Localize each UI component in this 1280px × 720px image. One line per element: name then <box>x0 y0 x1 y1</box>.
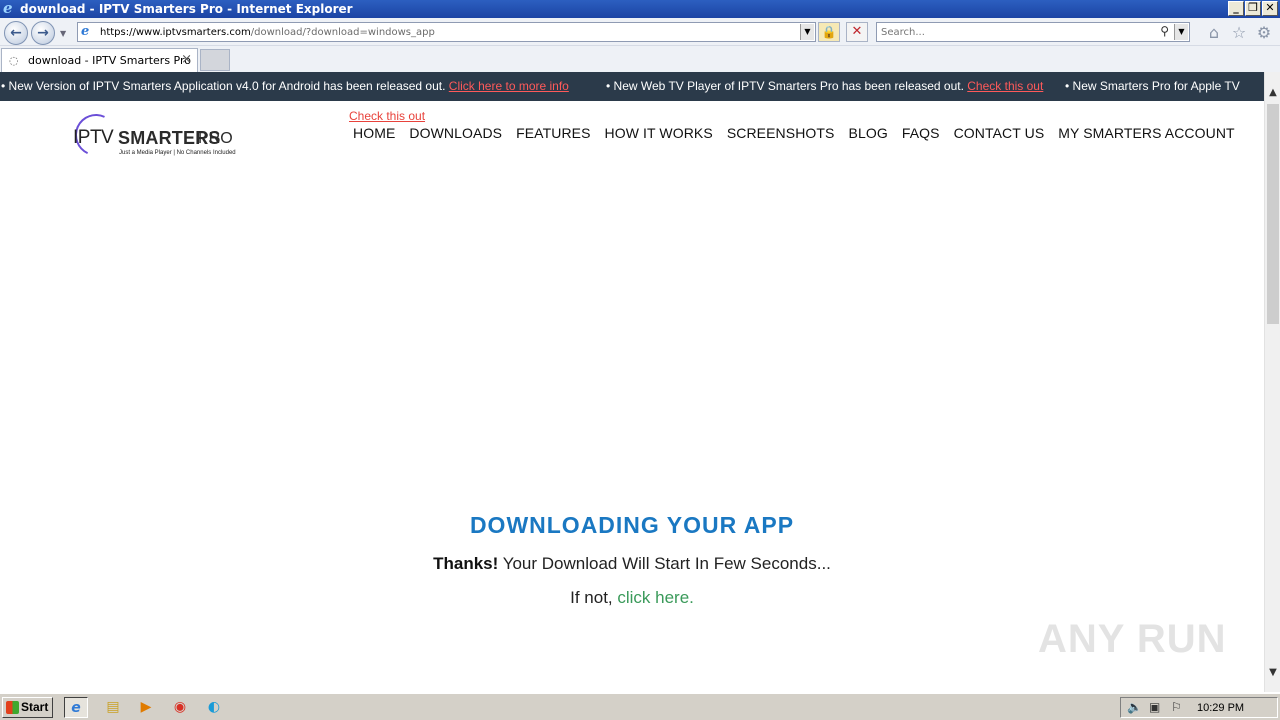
fallback-prefix: If not, <box>570 588 618 607</box>
tab-label: download - IPTV Smarters Pro <box>28 54 192 67</box>
scroll-down-icon[interactable]: ▼ <box>1265 664 1280 682</box>
start-button[interactable]: Start <box>2 697 53 718</box>
forward-button[interactable]: → <box>31 21 55 45</box>
window-title: download - IPTV Smarters Pro - Internet … <box>20 2 353 16</box>
ticker-text: • New Version of IPTV Smarters Applicati… <box>1 79 446 93</box>
window-titlebar: e download - IPTV Smarters Pro - Interne… <box>0 0 1280 18</box>
stop-button[interactable]: ✕ <box>846 22 868 42</box>
url-path: /download/?download=windows_app <box>250 27 435 38</box>
tab-active[interactable]: ◌ download - IPTV Smarters Pro × <box>1 48 198 72</box>
logo-pro: PRO <box>198 130 233 147</box>
page-viewport: • New Version of IPTV Smarters Applicati… <box>0 72 1264 692</box>
back-arrow-icon: ← <box>10 25 22 41</box>
nav-features[interactable]: FEATURES <box>516 124 590 142</box>
nav-how-it-works[interactable]: HOW IT WORKS <box>605 124 713 142</box>
taskbar: Start e ▤ ▶ ◉ ◐ 🔈 ▣ ⚐ 10:29 PM <box>0 693 1280 720</box>
start-label: Start <box>21 700 49 714</box>
close-window-button[interactable]: ✕ <box>1262 1 1278 16</box>
check-this-out-link[interactable]: Check this out <box>349 109 425 123</box>
history-dropdown-icon[interactable]: ▼ <box>60 29 66 38</box>
ticker-text: • New Web TV Player of IPTV Smarters Pro… <box>606 79 964 93</box>
nav-screenshots[interactable]: SCREENSHOTS <box>727 124 835 142</box>
chrome-taskbar-icon[interactable]: ◉ <box>168 697 192 718</box>
ticker-link[interactable]: Check this out <box>967 79 1043 93</box>
restore-button[interactable]: ❐ <box>1245 1 1261 16</box>
url-text[interactable]: https://www.iptvsmarters.com/download/?d… <box>100 26 435 39</box>
new-tab-button[interactable] <box>200 49 230 71</box>
url-host: https://www.iptvsmarters.com <box>100 27 251 38</box>
download-message: Thanks! Your Download Will Start In Few … <box>0 553 1264 575</box>
edge-taskbar-icon[interactable]: ◐ <box>202 697 226 718</box>
site-logo[interactable]: IPTV SMARTERS PRO Just a Media Player | … <box>69 108 259 162</box>
system-tray: 🔈 ▣ ⚐ 10:29 PM <box>1120 697 1278 718</box>
nav-faqs[interactable]: FAQS <box>902 124 940 142</box>
forward-arrow-icon: → <box>37 25 49 41</box>
security-lock-icon[interactable]: 🔒 <box>818 22 840 42</box>
search-icon[interactable]: ⚲ <box>1160 24 1169 38</box>
tab-close-icon[interactable]: × <box>181 52 192 67</box>
nav-blog[interactable]: BLOG <box>849 124 888 142</box>
favorites-star-icon[interactable]: ☆ <box>1230 24 1248 42</box>
address-dropdown-icon[interactable]: ▼ <box>800 24 814 40</box>
windows-flag-icon <box>6 701 19 714</box>
nav-contact-us[interactable]: CONTACT US <box>954 124 1045 142</box>
logo-iptv: IPTV <box>73 127 114 148</box>
main-nav: HOME DOWNLOADS FEATURES HOW IT WORKS SCR… <box>353 124 1235 142</box>
clock[interactable]: 10:29 PM <box>1197 702 1244 715</box>
media-player-taskbar-icon[interactable]: ▶ <box>134 697 158 718</box>
explorer-taskbar-icon[interactable]: ▤ <box>101 697 125 718</box>
minimize-button[interactable]: _ <box>1228 1 1244 16</box>
settings-gear-icon[interactable]: ⚙ <box>1255 24 1273 42</box>
back-button[interactable]: ← <box>4 21 28 45</box>
fallback-message: If not, click here. <box>0 587 1264 609</box>
search-input[interactable] <box>881 25 1151 39</box>
message-text: Your Download Will Start In Few Seconds.… <box>498 554 831 573</box>
nav-home[interactable]: HOME <box>353 124 395 142</box>
ticker-item: • New Web TV Player of IPTV Smarters Pro… <box>606 79 1043 93</box>
network-icon[interactable]: ▣ <box>1149 700 1160 714</box>
anyrun-watermark: ANY RUN <box>1038 617 1227 661</box>
ticker-link[interactable]: Click here to more info <box>449 79 569 93</box>
ticker-item: • New Smarters Pro for Apple TV <box>1065 79 1240 93</box>
ticker-item: • New Version of IPTV Smarters Applicati… <box>1 79 569 93</box>
home-icon[interactable]: ⌂ <box>1205 24 1223 42</box>
news-ticker: • New Version of IPTV Smarters Applicati… <box>0 72 1264 101</box>
scroll-up-icon[interactable]: ▲ <box>1265 84 1280 102</box>
page-title: DOWNLOADING YOUR APP <box>469 512 795 538</box>
thanks-text: Thanks! <box>433 554 499 573</box>
ticker-text: • New Smarters Pro for Apple TV <box>1065 79 1240 93</box>
loading-spinner-icon: ◌ <box>9 54 19 67</box>
ie-logo-icon: e <box>3 0 13 17</box>
vertical-scrollbar[interactable]: ▲ ▼ <box>1264 72 1280 692</box>
search-dropdown-icon[interactable]: ▼ <box>1174 24 1188 40</box>
address-field[interactable]: e https://www.iptvsmarters.com/download/… <box>77 22 816 42</box>
nav-downloads[interactable]: DOWNLOADS <box>409 124 502 142</box>
search-box[interactable]: ⚲ ▼ <box>876 22 1190 42</box>
ie-page-icon: e <box>81 24 90 39</box>
click-here-link[interactable]: click here. <box>617 588 694 607</box>
nav-my-account[interactable]: MY SMARTERS ACCOUNT <box>1058 124 1234 142</box>
ie-taskbar-icon[interactable]: e <box>64 697 88 718</box>
action-center-flag-icon[interactable]: ⚐ <box>1171 700 1182 714</box>
tab-strip: ◌ download - IPTV Smarters Pro × <box>0 46 1280 72</box>
volume-icon[interactable]: 🔈 <box>1127 700 1142 714</box>
logo-tagline: Just a Media Player | No Channels Includ… <box>119 150 236 156</box>
scroll-thumb[interactable] <box>1267 104 1279 324</box>
